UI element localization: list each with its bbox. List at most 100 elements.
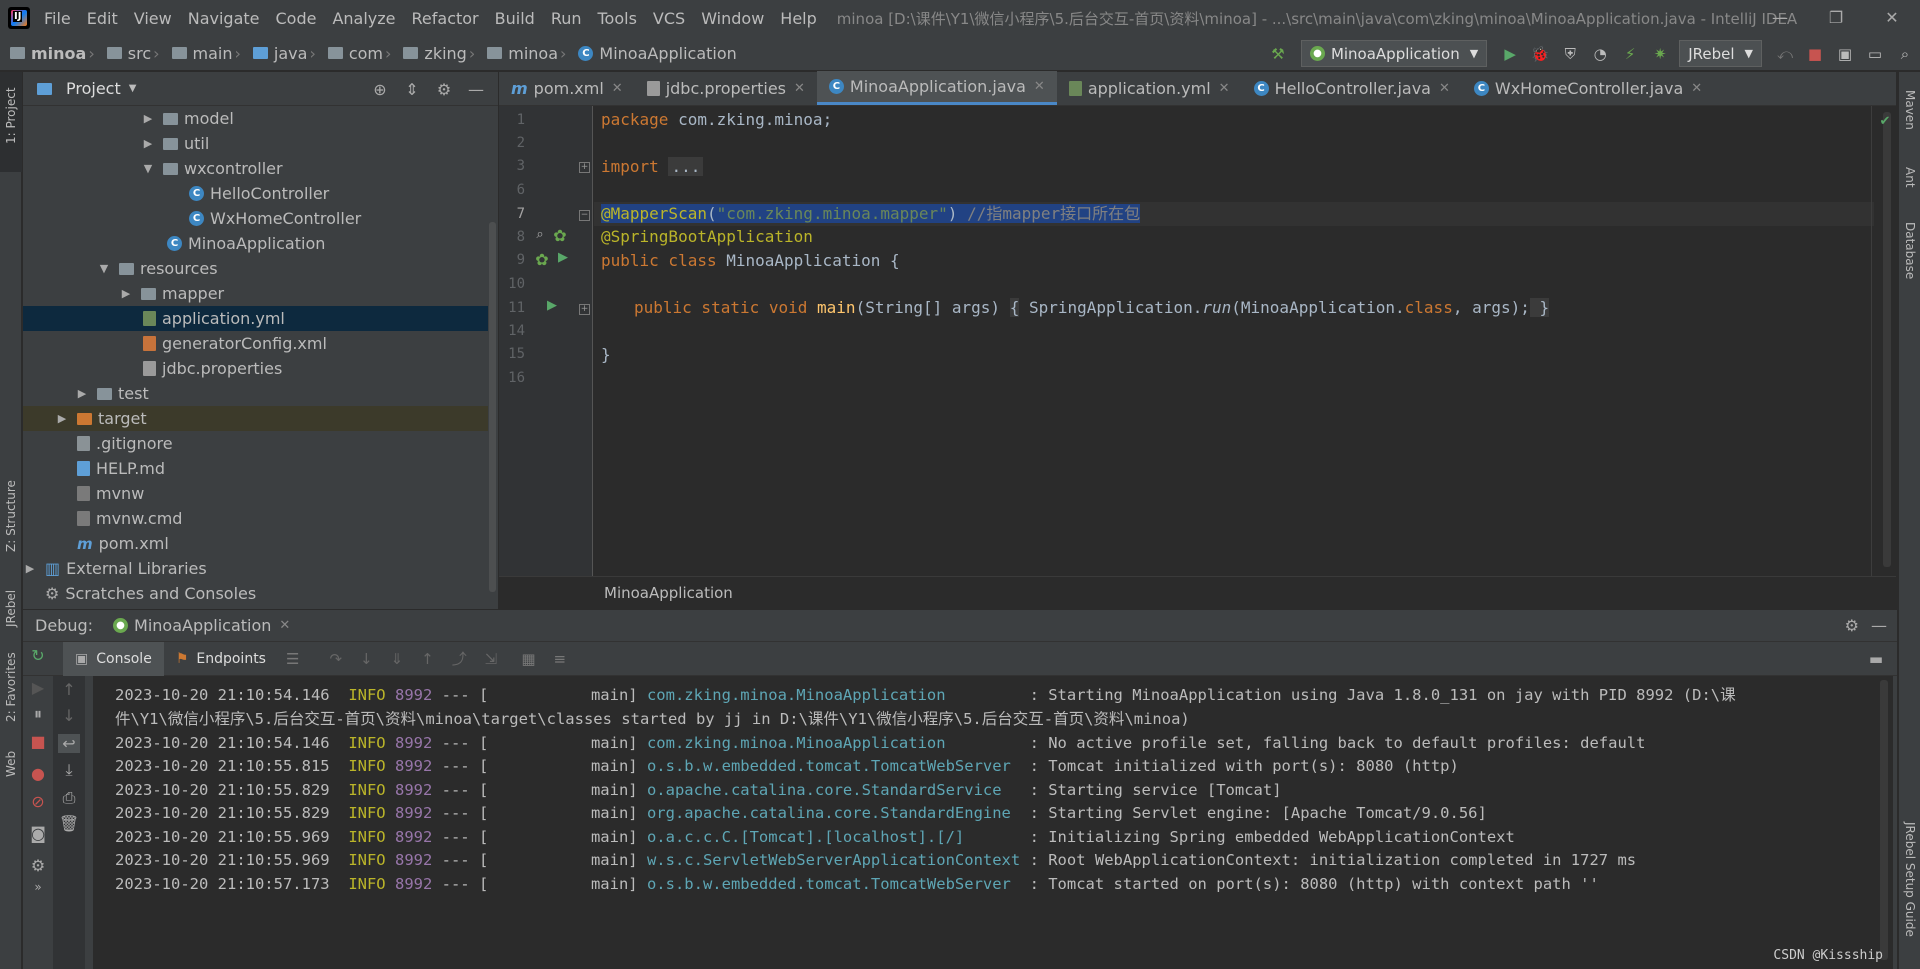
hide-icon[interactable]: —	[460, 80, 492, 99]
menu-run[interactable]: Run	[543, 9, 590, 28]
drop-frame-icon[interactable]: ⤴	[452, 648, 467, 669]
console-scrollbar[interactable]	[1880, 680, 1888, 960]
expand-arrow-icon[interactable]: ▶	[23, 562, 37, 575]
tab-endpoints[interactable]: ⚑ Endpoints	[164, 642, 278, 676]
step-out-icon[interactable]: ↑	[421, 650, 434, 668]
tree-item-application-yml[interactable]: application.yml	[23, 306, 488, 331]
tree-item-hellocontroller[interactable]: C HelloController	[23, 181, 488, 206]
tab-wxhomecontroller-java[interactable]: C WxHomeController.java ✕	[1462, 71, 1714, 105]
jrebel-guide-tool-tab[interactable]: JRebel Setup Guide	[1899, 812, 1920, 962]
close-tab-icon[interactable]: ✕	[279, 618, 290, 633]
expand-arrow-icon[interactable]: ▶	[55, 412, 69, 425]
close-tab-icon[interactable]: ✕	[794, 81, 805, 96]
restore-icon[interactable]: ❐	[1808, 0, 1864, 36]
tree-item-jdbc-properties[interactable]: jdbc.properties	[23, 356, 488, 381]
menu-refactor[interactable]: Refactor	[404, 9, 487, 28]
tree-item-wxhomecontroller[interactable]: C WxHomeController	[23, 206, 488, 231]
menu-file[interactable]: File	[36, 9, 79, 28]
breadcrumb-main[interactable]: main ›	[171, 44, 247, 63]
spring-bean-gutter-icon[interactable]: ✿	[549, 226, 571, 245]
run-icon[interactable]: ▶	[1495, 39, 1525, 69]
search-icon[interactable]: ⌕	[1890, 39, 1920, 69]
breadcrumb-java[interactable]: java ›	[252, 44, 322, 63]
jrebel-tool-tab[interactable]: JRebel	[0, 572, 22, 632]
magnifier-gutter-icon[interactable]: ⌕	[529, 227, 551, 242]
debug-session-tab[interactable]: ● MinoaApplication ✕	[113, 616, 290, 635]
run-config-select[interactable]: ● MinoaApplication ▼	[1300, 40, 1488, 67]
tab-application-yml[interactable]: application.yml ✕	[1057, 71, 1242, 105]
locate-icon[interactable]: ⊕	[364, 80, 396, 99]
expand-arrow-icon[interactable]: ▶	[119, 287, 133, 300]
folded-imports[interactable]: ...	[668, 157, 704, 176]
step-into-icon[interactable]: ↓	[360, 650, 373, 668]
tab-jdbc-properties[interactable]: jdbc.properties ✕	[635, 71, 817, 105]
tree-item-target[interactable]: ▶ target	[23, 406, 488, 431]
jrebel-run-icon[interactable]: ⚡	[1615, 39, 1645, 69]
pause-icon[interactable]: ⏸	[27, 704, 49, 724]
close-tab-icon[interactable]: ✕	[1691, 81, 1702, 96]
fold-icon[interactable]: −	[579, 210, 590, 221]
project-scrollbar[interactable]	[489, 222, 496, 592]
tree-item-wxcontroller[interactable]: ▼ wxcontroller	[23, 156, 488, 181]
mute-breakpoints-icon[interactable]: ⊘	[27, 792, 49, 811]
settings-icon[interactable]: ⚙	[27, 856, 49, 875]
run-main-gutter-icon[interactable]: ▶	[541, 298, 563, 313]
fold-icon[interactable]: +	[579, 162, 590, 173]
close-tab-icon[interactable]: ✕	[612, 81, 623, 96]
breadcrumb-minoa-pkg[interactable]: minoa ›	[487, 44, 572, 63]
menu-tools[interactable]: Tools	[590, 9, 645, 28]
run-gutter-icon[interactable]: ▶	[552, 250, 574, 265]
web-tool-tab[interactable]: Web	[0, 742, 22, 782]
project-panel-title[interactable]: Project	[66, 79, 121, 98]
menu-navigate[interactable]: Navigate	[180, 9, 268, 28]
view-breakpoints-icon[interactable]: ●	[27, 764, 49, 783]
tab-hellocontroller-java[interactable]: C HelloController.java ✕	[1242, 71, 1462, 105]
tree-item-util[interactable]: ▶ util	[23, 131, 488, 156]
force-step-into-icon[interactable]: ⇓	[391, 650, 404, 668]
editor-breadcrumb-label[interactable]: MinoaApplication	[604, 584, 733, 602]
close-icon[interactable]: ✕	[1864, 0, 1920, 36]
breadcrumb-com[interactable]: com ›	[327, 44, 398, 63]
evaluate-icon[interactable]: ▦	[521, 650, 535, 668]
tree-item-model[interactable]: ▶ model	[23, 106, 488, 131]
trash-icon[interactable]: 🗑	[58, 814, 80, 833]
menu-view[interactable]: View	[126, 9, 180, 28]
breadcrumb-zking[interactable]: zking ›	[403, 44, 481, 63]
run-to-cursor-icon[interactable]: ⇲	[485, 650, 498, 668]
breadcrumb-minoa[interactable]: minoa ›	[10, 44, 101, 63]
project-tool-tab[interactable]: 1: Project	[0, 72, 22, 172]
stop-icon[interactable]: ■	[1800, 39, 1830, 69]
breadcrumb-src[interactable]: src ›	[106, 44, 166, 63]
trace-icon[interactable]: ≡	[554, 650, 567, 668]
tree-item-test[interactable]: ▶ test	[23, 381, 488, 406]
gear-icon[interactable]: ⚙	[1845, 616, 1859, 635]
coverage-icon[interactable]: ⛨	[1555, 39, 1585, 69]
fold-icon[interactable]: +	[579, 304, 590, 315]
expand-arrow-icon[interactable]: ▶	[75, 387, 89, 400]
close-tab-icon[interactable]: ✕	[1219, 81, 1230, 96]
favorites-tool-tab[interactable]: 2: Favorites	[0, 642, 22, 732]
menu-icon[interactable]: ☰	[286, 650, 299, 668]
expand-arrow-icon[interactable]: ▶	[141, 112, 155, 125]
tree-item-mvnw-cmd[interactable]: mvnw.cmd	[23, 506, 488, 531]
tree-item-gitignore[interactable]: .gitignore	[23, 431, 488, 456]
minimize-icon[interactable]: —	[1752, 0, 1808, 36]
scroll-to-end-icon[interactable]: ⤓	[58, 760, 80, 780]
scroll-up-icon[interactable]: ↑	[58, 680, 80, 699]
tree-item-help-md[interactable]: HELP.md	[23, 456, 488, 481]
tab-minoaapplication-java[interactable]: C MinoaApplication.java ✕	[816, 71, 1057, 105]
expand-arrow-icon[interactable]: ▼	[141, 162, 155, 175]
spring-gutter-icon[interactable]: ✿	[531, 250, 553, 269]
rerun-icon[interactable]: ⤺	[1770, 39, 1800, 69]
jrebel-debug-icon[interactable]: ✷	[1645, 39, 1675, 69]
scroll-down-icon[interactable]: ↓	[58, 706, 80, 725]
jrebel-select[interactable]: JRebel ▼	[1679, 40, 1762, 67]
project-structure-icon[interactable]: ▣	[1830, 39, 1860, 69]
menu-analyze[interactable]: Analyze	[324, 9, 403, 28]
resume-icon[interactable]: ▶	[27, 678, 49, 697]
expand-arrow-icon[interactable]: ▶	[141, 137, 155, 150]
menu-build[interactable]: Build	[487, 9, 543, 28]
menu-window[interactable]: Window	[693, 9, 772, 28]
database-tool-tab[interactable]: Database	[1899, 212, 1920, 292]
code-area[interactable]: package com.zking.minoa; import ... @Map…	[594, 106, 1874, 576]
